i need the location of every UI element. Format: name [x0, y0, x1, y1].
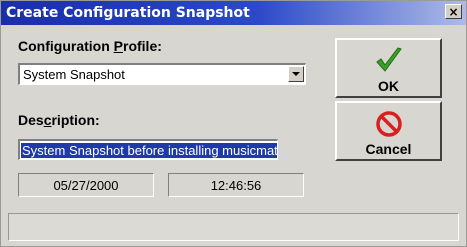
description-label-suffix: ription: [51, 112, 100, 128]
cancel-button[interactable]: Cancel [335, 101, 442, 161]
description-input[interactable]: System Snapshot before installing musicm… [18, 139, 278, 160]
window-title: Create Configuration Snapshot [6, 5, 250, 21]
ok-label: OK [378, 78, 399, 94]
profile-label-suffix: rofile: [123, 38, 162, 54]
cancel-label: Cancel [365, 141, 412, 157]
description-label: Description: [18, 112, 100, 128]
profile-label-accel: P [113, 38, 123, 54]
close-button[interactable]: × [445, 4, 462, 19]
chevron-down-icon[interactable] [288, 66, 304, 82]
green-checkmark-icon [375, 47, 402, 72]
snapshot-dialog: Create Configuration Snapshot × Configur… [0, 0, 467, 247]
status-bar [8, 213, 459, 241]
no-sign-icon [375, 111, 402, 137]
profile-label-prefix: Configuration [18, 38, 114, 54]
title-bar: Create Configuration Snapshot × [1, 1, 466, 25]
description-label-prefix: Des [18, 112, 44, 128]
date-field: 05/27/2000 [18, 173, 154, 197]
time-field: 12:46:56 [168, 173, 304, 197]
profile-dropdown[interactable]: System Snapshot [18, 63, 306, 85]
profile-selected-value: System Snapshot [23, 67, 125, 82]
ok-button[interactable]: OK [335, 38, 442, 98]
description-text: System Snapshot before installing musicm… [21, 143, 277, 158]
profile-label: Configuration Profile: [18, 38, 162, 54]
